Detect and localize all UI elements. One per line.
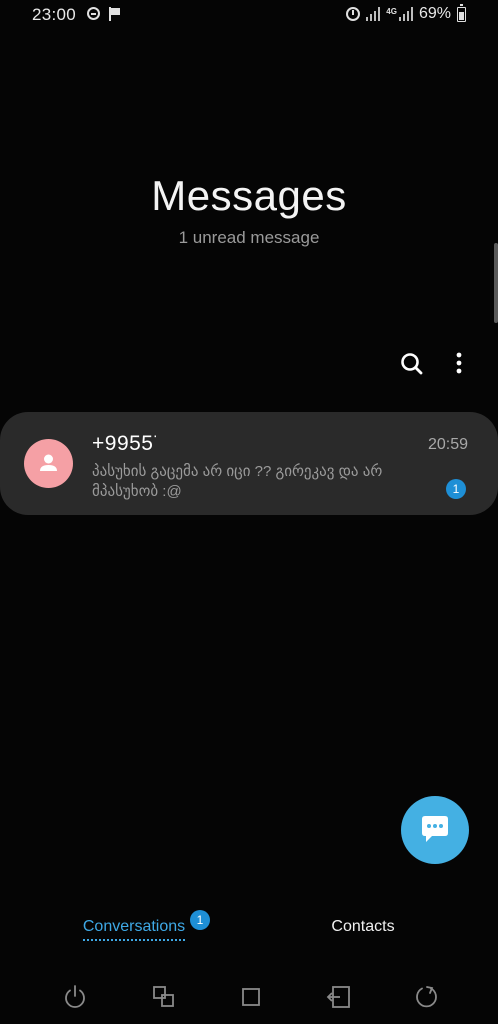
more-vertical-icon [456, 352, 462, 374]
status-notification-icons [87, 7, 121, 21]
status-time: 23:00 [32, 5, 77, 24]
page-title: Messages [151, 172, 347, 219]
nav-recents-button[interactable] [150, 983, 178, 1011]
home-icon [242, 988, 260, 1006]
flag-icon [108, 7, 121, 21]
conversation-preview: პასუხის გაცემა არ იცი ?? გირეკავ და არ მ… [92, 463, 383, 500]
signal-icon [398, 7, 413, 21]
nav-rotate-button[interactable] [413, 983, 441, 1011]
compose-message-button[interactable] [401, 796, 469, 864]
conversation-sender: +99557 [92, 432, 166, 455]
rotate-icon [416, 986, 437, 1008]
battery-percent: 69% [418, 5, 451, 22]
back-icon [326, 986, 350, 1008]
person-icon [40, 454, 57, 471]
network-type: 4G [386, 6, 397, 16]
more-options-button[interactable] [447, 350, 471, 378]
status-bar: 23:00 4G 69% [0, 0, 498, 30]
scroll-handle[interactable] [494, 243, 498, 323]
nav-power-button[interactable] [61, 983, 89, 1011]
avatar[interactable] [24, 439, 73, 488]
signal-icon [366, 7, 381, 21]
tab-conversations-label: Conversations [82, 918, 186, 941]
do-not-disturb-icon [87, 7, 100, 20]
messages-screen: 23:00 4G 69% Messages 1 unread message +… [0, 0, 498, 1024]
nav-home-button[interactable] [237, 983, 265, 1011]
conversations-tab-badge: 1 [190, 910, 210, 930]
battery-icon [457, 3, 466, 22]
alarm-icon [346, 7, 361, 21]
recent-apps-icon [153, 986, 174, 1007]
tab-contacts[interactable]: Contacts [318, 918, 408, 948]
unread-summary: 1 unread message [178, 228, 320, 247]
conversation-time: 20:59 [427, 436, 468, 453]
nav-back-button[interactable] [325, 983, 353, 1011]
power-icon [65, 985, 85, 1008]
tab-conversations[interactable]: Conversations [72, 918, 196, 948]
search-button[interactable] [398, 350, 426, 378]
status-system-icons: 4G 69% [346, 3, 466, 24]
conversation-list-item[interactable]: +99557 20:59 პასუხის გაცემა არ იცი ?? გი… [0, 412, 498, 515]
unread-badge: 1 [446, 479, 466, 499]
search-icon [401, 353, 423, 375]
redacted-number-mask [156, 434, 226, 452]
chat-bubble-icon [422, 816, 448, 842]
